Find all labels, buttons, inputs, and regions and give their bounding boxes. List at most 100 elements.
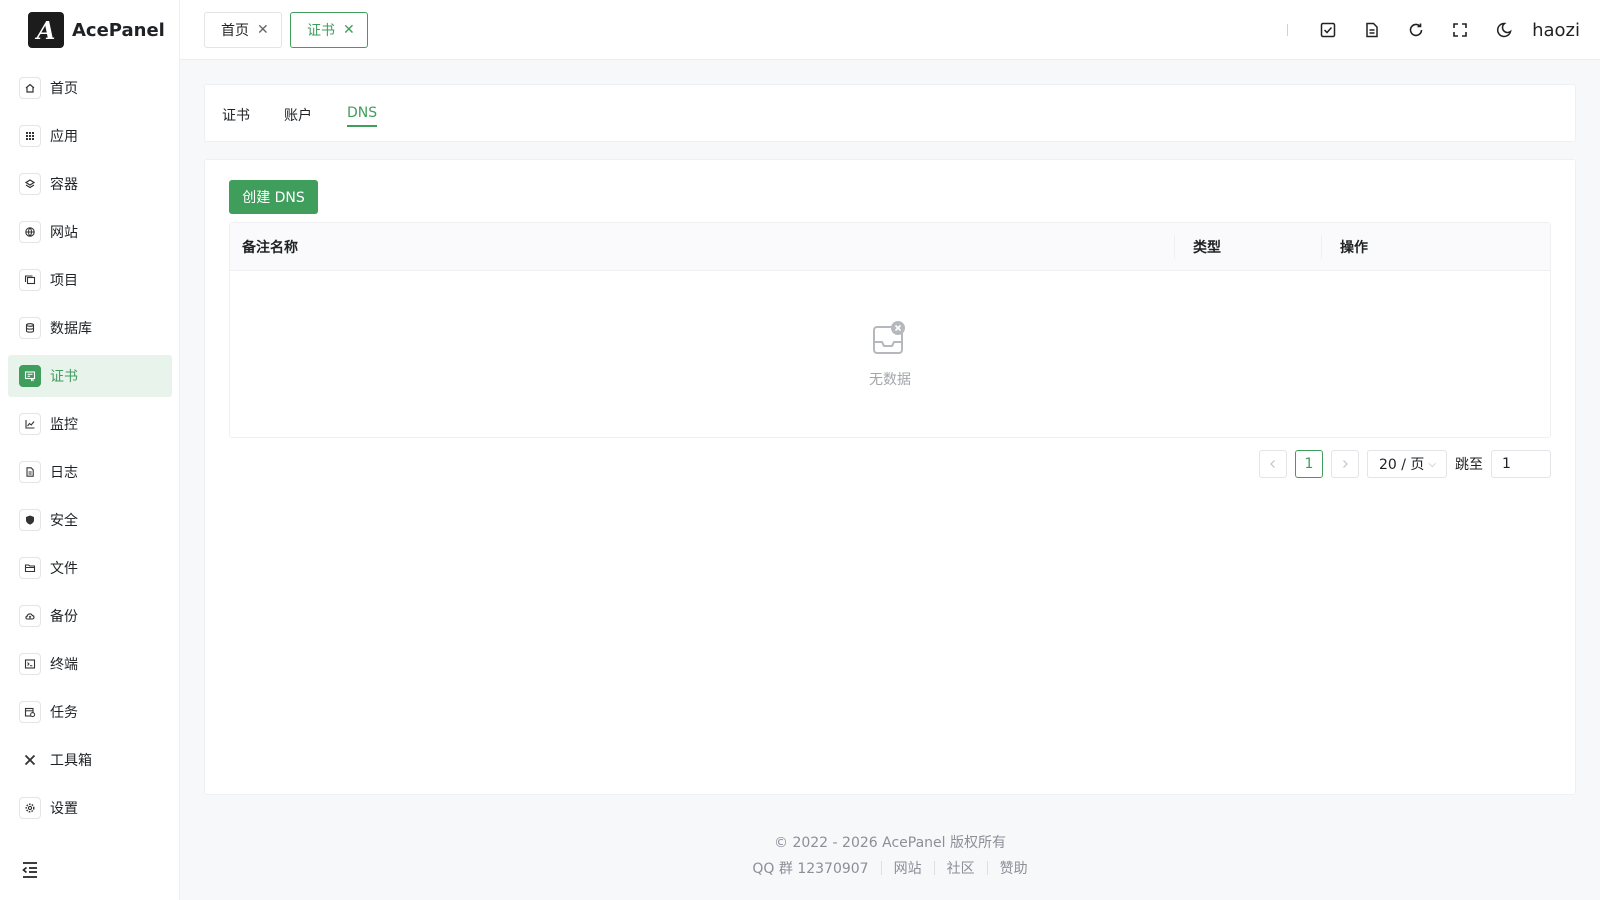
logo-text: AcePanel xyxy=(72,19,165,41)
sidebar-item-label: 监控 xyxy=(50,417,78,433)
sidebar-item-label: 终端 xyxy=(50,657,78,673)
sidebar-item-label: 证书 xyxy=(50,369,78,385)
close-icon[interactable]: ✕ xyxy=(257,22,269,38)
shield-icon xyxy=(19,509,41,531)
empty-text: 无数据 xyxy=(869,372,911,388)
tab-accounts[interactable]: 账户 xyxy=(284,105,312,125)
qq-group: QQ 群 12370907 xyxy=(752,861,869,877)
sidebar-item-toolbox[interactable]: 工具箱 xyxy=(8,739,172,781)
chart-line-icon xyxy=(19,413,41,435)
layers-icon xyxy=(19,173,41,195)
create-dns-button[interactable]: 创建 DNS xyxy=(229,180,318,214)
pagination: 1 20 / 页 ⌵ 跳至 xyxy=(1251,450,1551,478)
refresh-icon[interactable] xyxy=(1394,8,1438,52)
certificate-icon xyxy=(19,365,41,387)
jump-label: 跳至 xyxy=(1455,457,1483,473)
sidebar-item-label: 应用 xyxy=(50,129,78,145)
sidebar-item-monitor[interactable]: 监控 xyxy=(8,403,172,445)
terminal-icon xyxy=(19,653,41,675)
empty-state: 无数据 xyxy=(230,271,1550,437)
footer: © 2022 - 2026 AcePanel 版权所有 QQ 群 1237090… xyxy=(180,832,1600,878)
sidebar-item-label: 备份 xyxy=(50,609,78,625)
document-icon xyxy=(19,461,41,483)
sidebar-menu: 首页 应用 容器 网站 项目 数据库 证书 监控 日志 安全 文件 备份 终端 … xyxy=(8,67,172,835)
footer-link-website[interactable]: 网站 xyxy=(894,858,922,878)
prev-page-button[interactable] xyxy=(1259,450,1287,478)
column-header-type: 类型 xyxy=(1193,240,1221,256)
sidebar-item-label: 数据库 xyxy=(50,321,92,337)
tab-certificates[interactable]: 证书 xyxy=(222,105,250,125)
footer-links: QQ 群 12370907 网站 社区 赞助 xyxy=(180,858,1600,878)
tab-dns[interactable]: DNS xyxy=(347,105,378,127)
footer-link-sponsor[interactable]: 赞助 xyxy=(1000,858,1028,878)
sidebar-item-certificate[interactable]: 证书 xyxy=(8,355,172,397)
tab-label: 证书 xyxy=(307,23,335,39)
sidebar-item-label: 安全 xyxy=(50,513,78,529)
sidebar-item-backup[interactable]: 备份 xyxy=(8,595,172,637)
tools-icon xyxy=(19,749,41,771)
folders-icon xyxy=(19,269,41,291)
sidebar-item-projects[interactable]: 项目 xyxy=(8,259,172,301)
calendar-task-icon xyxy=(19,701,41,723)
topbar: 首页 ✕ 证书 ✕ haozi xyxy=(180,0,1600,60)
database-icon xyxy=(19,317,41,339)
divider xyxy=(880,861,882,875)
page-size-value: 20 / 页 xyxy=(1379,457,1425,473)
footer-link-community[interactable]: 社区 xyxy=(947,858,975,878)
sidebar-item-label: 网站 xyxy=(50,225,78,241)
column-divider xyxy=(1321,235,1322,259)
sidebar-item-containers[interactable]: 容器 xyxy=(8,163,172,205)
column-header-actions: 操作 xyxy=(1340,240,1368,256)
sidebar-item-terminal[interactable]: 终端 xyxy=(8,643,172,685)
sidebar-item-websites[interactable]: 网站 xyxy=(8,211,172,253)
logo[interactable]: A AcePanel xyxy=(28,12,165,48)
collapse-sidebar-icon[interactable] xyxy=(20,860,42,882)
subtabs-card: 证书 账户 DNS xyxy=(204,84,1576,142)
tab-certificate[interactable]: 证书 ✕ xyxy=(290,12,368,48)
sidebar-item-label: 容器 xyxy=(50,177,78,193)
chevron-right-icon xyxy=(1343,460,1348,468)
divider xyxy=(986,861,988,875)
sidebar-item-security[interactable]: 安全 xyxy=(8,499,172,541)
empty-inbox-icon xyxy=(873,321,905,354)
page-size-select[interactable]: 20 / 页 ⌵ xyxy=(1367,450,1447,478)
sidebar-item-apps[interactable]: 应用 xyxy=(8,115,172,157)
sidebar-item-home[interactable]: 首页 xyxy=(8,67,172,109)
home-icon xyxy=(19,77,41,99)
apps-grid-icon xyxy=(19,125,41,147)
task-check-icon[interactable] xyxy=(1306,8,1350,52)
globe-icon xyxy=(19,221,41,243)
sidebar-item-label: 工具箱 xyxy=(50,753,92,769)
sidebar-item-database[interactable]: 数据库 xyxy=(8,307,172,349)
sidebar-item-tasks[interactable]: 任务 xyxy=(8,691,172,733)
sidebar-item-logs[interactable]: 日志 xyxy=(8,451,172,493)
chevron-down-icon: ⌵ xyxy=(1428,458,1437,470)
dns-table: 备注名称 类型 操作 无数据 xyxy=(229,222,1551,438)
theme-moon-icon[interactable] xyxy=(1482,8,1526,52)
sidebar-item-label: 项目 xyxy=(50,273,78,289)
jump-page-input[interactable] xyxy=(1491,450,1551,478)
cloud-backup-icon xyxy=(19,605,41,627)
column-divider xyxy=(1174,235,1175,259)
sidebar-item-label: 文件 xyxy=(50,561,78,577)
sidebar-item-label: 首页 xyxy=(50,81,78,97)
username[interactable]: haozi xyxy=(1532,20,1580,41)
sidebar-item-label: 任务 xyxy=(50,705,78,721)
divider xyxy=(1287,24,1289,36)
tab-label: 首页 xyxy=(221,23,249,39)
tab-home[interactable]: 首页 ✕ xyxy=(204,12,282,48)
page-button-current[interactable]: 1 xyxy=(1295,450,1323,478)
sidebar-item-files[interactable]: 文件 xyxy=(8,547,172,589)
document-icon[interactable] xyxy=(1350,8,1394,52)
divider xyxy=(933,861,935,875)
gear-icon xyxy=(19,797,41,819)
next-page-button[interactable] xyxy=(1331,450,1359,478)
chevron-left-icon xyxy=(1270,460,1275,468)
top-actions: haozi xyxy=(1287,0,1580,60)
logo-mark: A xyxy=(28,12,64,48)
sidebar-item-settings[interactable]: 设置 xyxy=(8,787,172,829)
copyright: © 2022 - 2026 AcePanel 版权所有 xyxy=(774,835,1006,851)
fullscreen-icon[interactable] xyxy=(1438,8,1482,52)
close-icon[interactable]: ✕ xyxy=(343,22,355,38)
column-header-name: 备注名称 xyxy=(242,240,298,256)
